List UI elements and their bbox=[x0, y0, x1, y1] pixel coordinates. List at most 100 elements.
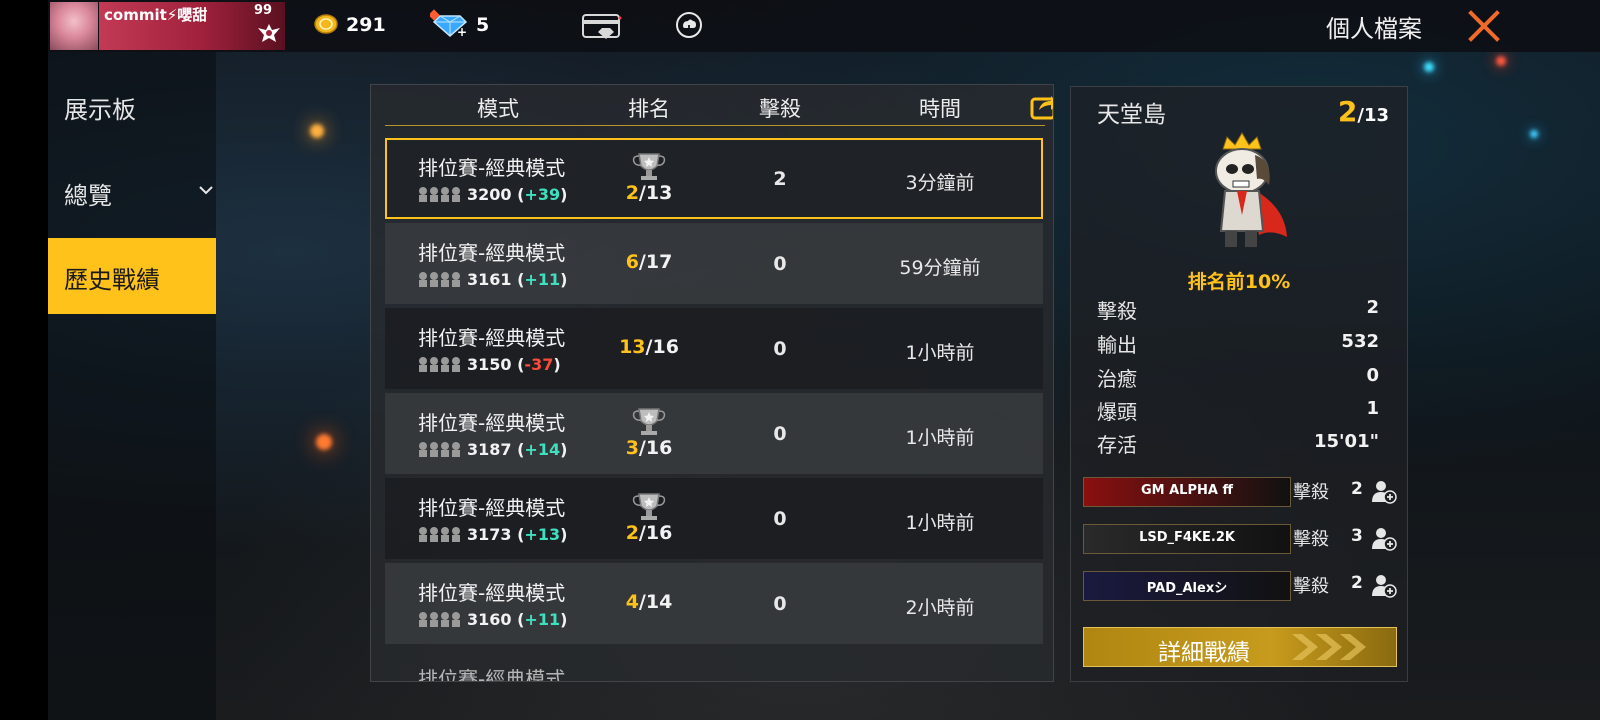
membership-card-icon[interactable] bbox=[582, 14, 622, 40]
table-row[interactable]: 排位賽-經典模式 3187 (+14) 3/16 0 1小時前 bbox=[385, 393, 1043, 474]
rank-emblem-icon bbox=[258, 24, 280, 42]
match-mode: 排位賽-經典模式 bbox=[418, 156, 566, 180]
diamond-count: 5 bbox=[476, 14, 490, 36]
match-placement: 2/13 bbox=[626, 182, 673, 204]
teammate-nameplate[interactable]: GM ALPHA ff bbox=[1083, 477, 1291, 507]
column-header-rank: 排名 bbox=[628, 97, 670, 121]
column-header-mode: 模式 bbox=[477, 97, 519, 121]
placement-value: 2 bbox=[625, 182, 639, 204]
rank-points-value: 3173 bbox=[467, 525, 512, 544]
map-name: 天堂島 bbox=[1097, 102, 1166, 128]
cloud-download-icon[interactable] bbox=[676, 12, 702, 38]
placement-total: /16 bbox=[645, 336, 679, 358]
screen-edge bbox=[0, 0, 48, 720]
match-kills: 0 bbox=[773, 593, 787, 615]
chevrons-right-icon bbox=[1292, 634, 1366, 660]
rank-points: 3150 (-37) bbox=[467, 355, 561, 374]
rank-points-value: 3161 bbox=[467, 270, 512, 289]
match-mode: 排位賽-經典模式 bbox=[418, 241, 566, 265]
match-mode: 排位賽-經典模式 bbox=[418, 411, 566, 435]
table-row[interactable]: 排位賽-經典模式 3161 (+11) 6/17 0 59分鐘前 bbox=[385, 223, 1043, 304]
match-time: 1小時前 bbox=[905, 512, 975, 534]
match-kills: 0 bbox=[773, 338, 787, 360]
trophy-icon bbox=[632, 153, 666, 180]
rank-points-delta: +11 bbox=[524, 610, 561, 629]
share-icon[interactable] bbox=[1029, 91, 1054, 121]
add-friend-icon[interactable] bbox=[1371, 525, 1397, 551]
teammate-kills: 3 bbox=[1351, 526, 1363, 546]
teammate-name: GM ALPHA ff bbox=[1140, 483, 1233, 498]
partial-row-mode: 排位賽-經典模式 bbox=[418, 667, 566, 682]
match-placement: 3/16 bbox=[626, 437, 673, 459]
trophy-icon bbox=[632, 408, 666, 435]
match-mode: 排位賽-經典模式 bbox=[418, 326, 566, 350]
placement-value: 13 bbox=[619, 336, 646, 358]
trophy-icon bbox=[632, 493, 666, 520]
rank-points: 3187 (+14) bbox=[467, 440, 568, 459]
rank-points-delta: -37 bbox=[524, 355, 554, 374]
stat-label: 治癒 bbox=[1097, 367, 1137, 391]
rank-points-value: 3150 bbox=[467, 355, 512, 374]
rank-points-value: 3187 bbox=[467, 440, 512, 459]
player-name: commit⚡嚶甜 bbox=[104, 6, 208, 24]
sidebar-item-label: 展示板 bbox=[64, 96, 136, 124]
rank-points: 3173 (+13) bbox=[467, 525, 568, 544]
stat-label: 存活 bbox=[1097, 433, 1137, 457]
gold-count: 291 bbox=[346, 14, 386, 36]
teammate-nameplate[interactable]: LSD_F4KE.2K bbox=[1083, 524, 1291, 554]
stat-label: 爆頭 bbox=[1097, 400, 1137, 424]
match-placement: 6/17 bbox=[626, 251, 673, 273]
stat-value: 532 bbox=[1341, 331, 1379, 352]
teammate-kills: 2 bbox=[1351, 573, 1363, 593]
match-kills: 0 bbox=[773, 253, 787, 275]
squad-icon bbox=[419, 272, 460, 287]
squad-icon bbox=[419, 187, 460, 202]
placement-value: 3 bbox=[625, 437, 639, 459]
table-row[interactable]: 排位賽-經典模式 3150 (-37) 13/16 0 1小時前 bbox=[385, 308, 1043, 389]
column-header-kills: 擊殺 bbox=[759, 97, 801, 121]
teammate-kills: 2 bbox=[1351, 479, 1363, 499]
placement-value: 6 bbox=[625, 251, 639, 273]
teammate-nameplate[interactable]: PAD_Alexシ bbox=[1083, 571, 1291, 601]
teammate-kill-label: 擊殺 bbox=[1293, 482, 1329, 503]
player-level: 99 bbox=[254, 3, 273, 18]
placement-total: /16 bbox=[638, 437, 673, 459]
table-row[interactable]: 排位賽-經典模式 3160 (+11) 4/14 0 2小時前 bbox=[385, 563, 1043, 644]
teammate-kill-label: 擊殺 bbox=[1293, 529, 1329, 550]
squad-icon bbox=[419, 527, 460, 542]
sidebar-item-overview[interactable]: 總覽 bbox=[48, 154, 216, 230]
match-rank-value: 2 bbox=[1337, 95, 1358, 128]
svg-text:+: + bbox=[457, 25, 467, 38]
sidebar: 展示板 總覽 歷史戰績 bbox=[48, 52, 216, 720]
stat-label: 輸出 bbox=[1097, 333, 1137, 357]
match-history-panel: 模式 排名 擊殺 時間 排位賽-經典模式 3200 (+39) 2/13 2 3分鐘前排… bbox=[370, 84, 1054, 682]
squad-icon bbox=[419, 357, 460, 372]
table-header: 模式 排名 擊殺 時間 bbox=[385, 85, 1053, 126]
close-icon[interactable] bbox=[1462, 4, 1506, 48]
diamond-icon[interactable]: + bbox=[430, 8, 468, 38]
booyah-mascot-icon bbox=[1215, 132, 1287, 247]
add-friend-icon[interactable] bbox=[1371, 478, 1397, 504]
stat-value: 15'01" bbox=[1314, 431, 1379, 452]
detailed-stats-button[interactable]: 詳細戰績 bbox=[1083, 627, 1397, 667]
chevron-down-icon bbox=[199, 186, 213, 195]
rank-points-delta: +11 bbox=[524, 270, 561, 289]
sidebar-item-showcase[interactable]: 展示板 bbox=[48, 68, 216, 144]
add-friend-icon[interactable] bbox=[1371, 572, 1397, 598]
rank-points: 3160 (+11) bbox=[467, 610, 568, 629]
placement-value: 2 bbox=[625, 522, 639, 544]
player-avatar[interactable] bbox=[50, 2, 98, 50]
sidebar-item-match-history[interactable]: 歷史戰績 bbox=[48, 238, 216, 314]
squad-icon bbox=[419, 442, 460, 457]
column-header-time: 時間 bbox=[919, 97, 961, 121]
table-row[interactable]: 排位賽-經典模式 3173 (+13) 2/16 0 1小時前 bbox=[385, 478, 1043, 559]
rank-points-delta: +13 bbox=[524, 525, 561, 544]
match-time: 59分鐘前 bbox=[899, 257, 981, 279]
stat-value: 1 bbox=[1366, 398, 1379, 419]
match-time: 2小時前 bbox=[905, 597, 975, 619]
match-rank: 2/13 bbox=[1338, 95, 1389, 128]
match-placement: 4/14 bbox=[626, 591, 673, 613]
page-title: 個人檔案 bbox=[1326, 15, 1422, 43]
match-time: 1小時前 bbox=[905, 342, 975, 364]
table-row[interactable]: 排位賽-經典模式 3200 (+39) 2/13 2 3分鐘前 bbox=[385, 138, 1043, 219]
